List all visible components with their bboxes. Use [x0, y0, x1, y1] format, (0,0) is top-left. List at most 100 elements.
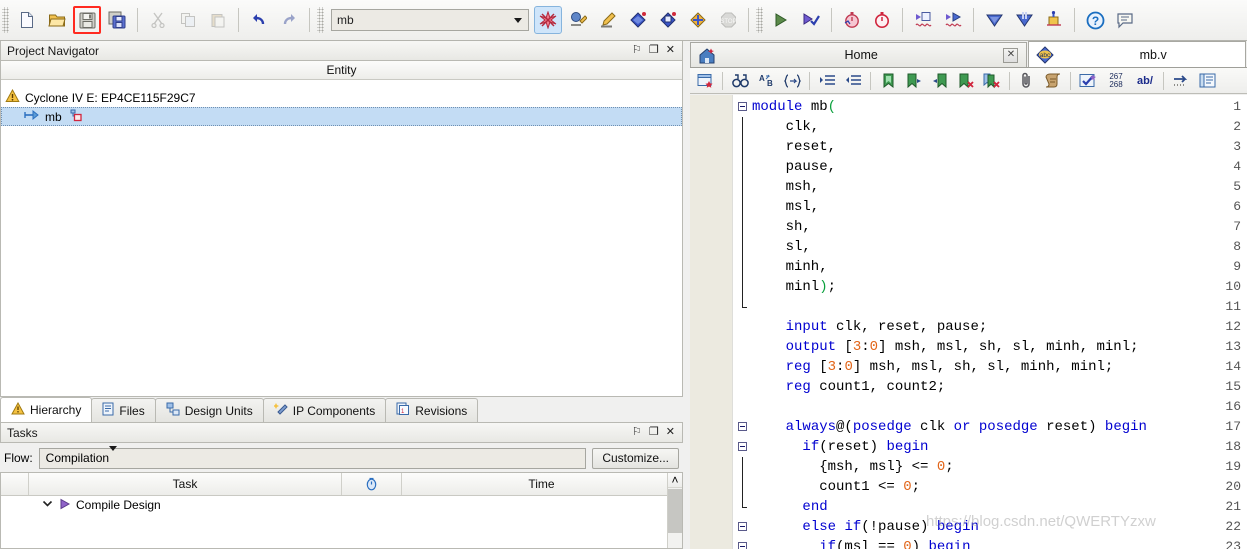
bookmark-toggle-button[interactable]: [876, 70, 900, 92]
toolbar-grip[interactable]: [2, 7, 9, 33]
signal-tap-in-button[interactable]: [909, 6, 937, 34]
code-line[interactable]: else if(!pause) begin: [752, 517, 978, 537]
restore-icon[interactable]: ❐: [649, 45, 659, 56]
flow-select[interactable]: Compilation: [38, 446, 587, 469]
code-line[interactable]: {msh, msl} <= 0;: [752, 457, 953, 477]
editor-tab-home[interactable]: Home ✕: [690, 42, 1028, 67]
undo-button[interactable]: [245, 6, 273, 34]
fold-toggle-icon[interactable]: [738, 102, 747, 111]
code-editor[interactable]: 1 module mb(2 clk, 3 reset, 4 pause, 5 msh, 6…: [690, 95, 1247, 549]
time-column-header[interactable]: Time: [402, 473, 682, 495]
project-revision-combo[interactable]: mb: [331, 9, 529, 31]
show-all-button[interactable]: [1195, 70, 1219, 92]
restore-icon[interactable]: ❐: [649, 427, 659, 438]
device-program-button[interactable]: [1010, 6, 1038, 34]
close-icon[interactable]: ✕: [666, 45, 675, 56]
copy-button[interactable]: [174, 6, 202, 34]
code-line[interactable]: msh,: [752, 177, 820, 197]
clock-icon[interactable]: [342, 473, 402, 495]
replace-button[interactable]: AB: [754, 70, 778, 92]
tree-row[interactable]: mb: [1, 107, 682, 126]
code-line[interactable]: end: [752, 497, 827, 517]
programmer-button[interactable]: [980, 6, 1008, 34]
code-line[interactable]: pause,: [752, 157, 836, 177]
stop-compilation-button[interactable]: [534, 6, 562, 34]
code-line[interactable]: minh,: [752, 257, 828, 277]
scrollbar-thumb[interactable]: [668, 489, 682, 533]
code-line[interactable]: clk,: [752, 117, 820, 137]
scroll-up-button[interactable]: ˄: [668, 473, 682, 488]
code-line[interactable]: if(reset) begin: [752, 437, 928, 457]
chevron-down-icon[interactable]: [41, 497, 54, 513]
bookmark-clear-all-button[interactable]: [980, 70, 1004, 92]
analysis-synthesis-button[interactable]: [594, 6, 622, 34]
assembler-button[interactable]: [684, 6, 712, 34]
code-line[interactable]: minl);: [752, 277, 836, 297]
dock-splitter[interactable]: [683, 41, 690, 549]
word-wrap-button[interactable]: ab/: [1132, 70, 1158, 92]
tasks-vscrollbar[interactable]: ˄: [667, 473, 682, 548]
task-column-header[interactable]: Task: [29, 473, 342, 495]
bookmark-clear-button[interactable]: [954, 70, 978, 92]
signal-tap-out-button[interactable]: [939, 6, 967, 34]
code-line[interactable]: reg [3:0] msh, msl, sh, sl, minh, minl;: [752, 357, 1114, 377]
code-line[interactable]: if(msl == 0) begin: [752, 537, 970, 549]
check-syntax-button[interactable]: [1076, 70, 1100, 92]
start-compilation-button[interactable]: [624, 6, 652, 34]
code-line[interactable]: reg count1, count2;: [752, 377, 946, 397]
code-line[interactable]: sl,: [752, 237, 811, 257]
fold-toggle-icon[interactable]: [738, 422, 747, 431]
message-button[interactable]: [1111, 6, 1139, 34]
code-line[interactable]: output [3:0] msh, msl, sh, sl, minh, min…: [752, 337, 1139, 357]
task-row[interactable]: Compile Design: [1, 496, 682, 514]
paste-button[interactable]: [204, 6, 232, 34]
pin-planner-button[interactable]: [1040, 6, 1068, 34]
redo-button[interactable]: [275, 6, 303, 34]
chevron-down-icon[interactable]: [509, 11, 527, 29]
code-line[interactable]: count1 <= 0;: [752, 477, 920, 497]
code-line[interactable]: module mb(: [752, 97, 836, 117]
stop-button[interactable]: STOP: [714, 6, 742, 34]
close-icon[interactable]: ✕: [1003, 47, 1019, 63]
scroll-lock-button[interactable]: [1041, 70, 1065, 92]
customize-button[interactable]: Customize...: [592, 447, 679, 469]
goto-line-button[interactable]: [1169, 70, 1193, 92]
pin-icon[interactable]: ⚐: [632, 427, 642, 438]
attach-button[interactable]: [1015, 70, 1039, 92]
analysis-elaboration-button[interactable]: [564, 6, 592, 34]
bookmark-next-button[interactable]: [902, 70, 926, 92]
decrease-indent-button[interactable]: [841, 70, 865, 92]
timing-analyzer-button[interactable]: [838, 6, 866, 34]
compile-partial-button[interactable]: [654, 6, 682, 34]
tab-files[interactable]: Files: [91, 398, 156, 422]
find-button[interactable]: [728, 70, 752, 92]
fold-toggle-icon[interactable]: [738, 542, 747, 549]
chevron-down-icon[interactable]: [109, 446, 118, 465]
editor-tab-mb-v[interactable]: abc mb.v: [1028, 41, 1246, 67]
open-file-button[interactable]: [43, 6, 71, 34]
bookmark-prev-button[interactable]: [928, 70, 952, 92]
fold-toggle-icon[interactable]: [738, 442, 747, 451]
timing-analyzer-red-button[interactable]: [868, 6, 896, 34]
goto-button[interactable]: [780, 70, 804, 92]
pin-icon[interactable]: ⚐: [632, 45, 642, 56]
start-analysis-button[interactable]: [767, 6, 795, 34]
tree-row[interactable]: Cyclone IV E: EP4CE115F29C7: [1, 88, 682, 107]
line-count-button[interactable]: 267 268: [1102, 70, 1130, 92]
tab-revisions[interactable]: 1 Revisions: [385, 398, 479, 422]
code-line[interactable]: always@(posedge clk or posedge reset) be…: [752, 417, 1147, 437]
increase-indent-button[interactable]: [815, 70, 839, 92]
tab-hierarchy[interactable]: Hierarchy: [0, 397, 93, 422]
fold-toggle-icon[interactable]: [738, 522, 747, 531]
tab-ip-components[interactable]: IP Components: [262, 398, 387, 422]
entity-column-header[interactable]: Entity: [1, 61, 682, 80]
close-icon[interactable]: ✕: [666, 427, 675, 438]
insert-template-button[interactable]: [693, 70, 717, 92]
tab-design-units[interactable]: Design Units: [154, 398, 264, 422]
save-all-button[interactable]: [103, 6, 131, 34]
toolbar-grip[interactable]: [756, 7, 763, 33]
code-line[interactable]: reset,: [752, 137, 836, 157]
save-file-button[interactable]: [73, 6, 101, 34]
code-line[interactable]: sh,: [752, 217, 811, 237]
cut-button[interactable]: [144, 6, 172, 34]
